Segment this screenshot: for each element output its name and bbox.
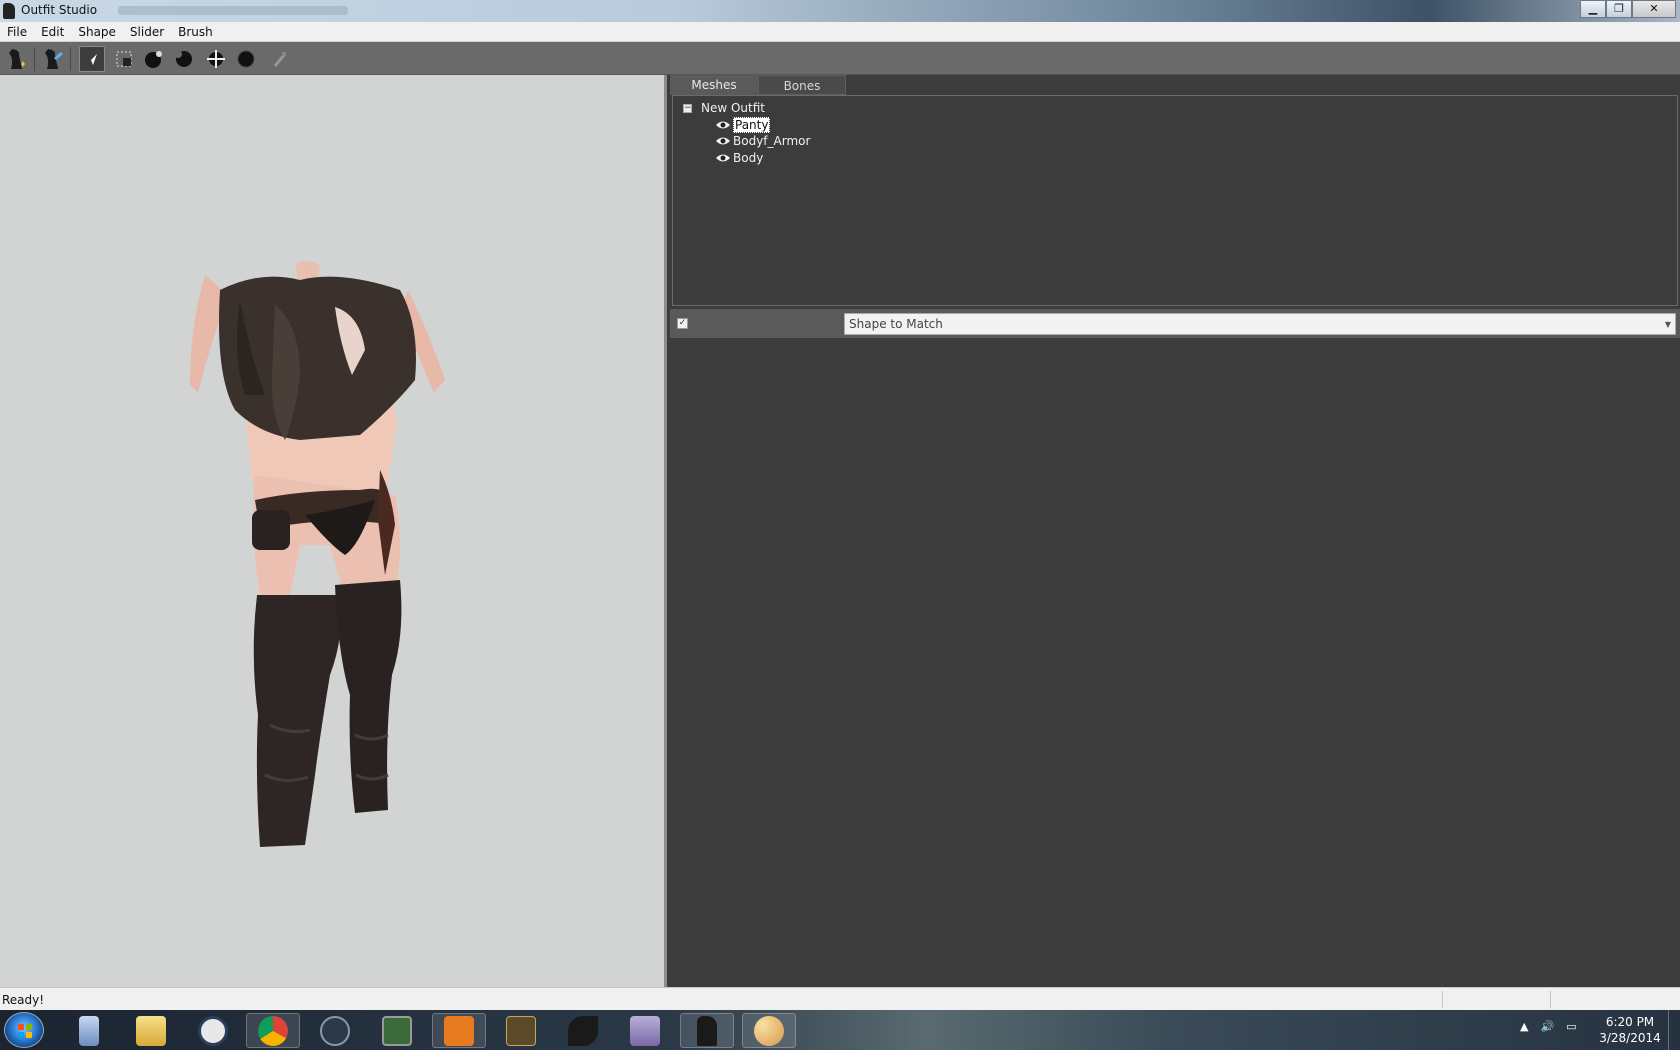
dvd-icon	[630, 1015, 660, 1046]
title-bar: Outfit Studio ▁ ❐ ✕	[0, 0, 1680, 22]
menu-slider[interactable]: Slider	[123, 22, 171, 41]
move-brush-icon[interactable]	[203, 46, 229, 72]
reference-row: ✓ Shape to Match ▼	[670, 309, 1680, 338]
reference-checkbox[interactable]: ✓	[677, 318, 688, 329]
load-outfit-icon[interactable]	[40, 46, 66, 72]
taskbar-file-explorer[interactable]	[124, 1013, 178, 1048]
window-title: Outfit Studio	[21, 3, 98, 17]
chevron-down-icon: ▼	[1664, 320, 1671, 329]
outfit-model-render	[190, 261, 445, 847]
panel-tabs: Meshes Bones	[670, 75, 846, 95]
chrome-icon	[258, 1015, 288, 1046]
taskbar-orange-app[interactable]	[432, 1013, 486, 1048]
taskbar: ▲ 🔊 ▭ 6:20 PM 3/28/2014	[0, 1010, 1680, 1050]
app-icon	[3, 3, 15, 19]
mask-brush-icon[interactable]	[111, 46, 137, 72]
taskbar-app[interactable]	[186, 1013, 240, 1048]
calculator-icon	[79, 1015, 99, 1046]
eye-icon[interactable]	[715, 120, 731, 130]
status-text: Ready!	[2, 993, 45, 1007]
inflate-brush-icon[interactable]	[141, 46, 167, 72]
tab-meshes[interactable]: Meshes	[670, 75, 758, 95]
menu-bar: File Edit Shape Slider Brush	[0, 22, 1680, 42]
tray-expand-icon[interactable]: ▲	[1520, 1020, 1528, 1033]
taskbar-dvd-app[interactable]	[618, 1013, 672, 1048]
status-bar: Ready!	[0, 987, 1680, 1010]
smooth-brush-icon[interactable]	[233, 46, 259, 72]
minimize-button[interactable]: ▁	[1580, 0, 1606, 18]
deflate-brush-icon[interactable]	[171, 46, 197, 72]
clock[interactable]: 6:20 PM 3/28/2014	[1590, 1014, 1670, 1046]
dropdown-value: Shape to Match	[849, 317, 943, 331]
tree-root-label: New Outfit	[701, 101, 766, 115]
tree-item-label: Panty	[733, 117, 771, 133]
tree-item-label: Body	[733, 151, 764, 165]
game-logo-icon	[506, 1015, 536, 1046]
3d-viewport[interactable]	[0, 75, 667, 987]
tree-root[interactable]: − New Outfit	[683, 101, 765, 115]
toolbar	[0, 42, 1680, 75]
taskbar-steam[interactable]	[308, 1013, 362, 1048]
eye-icon[interactable]	[715, 136, 731, 146]
select-tool-icon[interactable]	[79, 46, 105, 72]
mesh-tree: − New Outfit Panty Bodyf_Armor Body	[672, 95, 1678, 306]
system-tray: ▲ 🔊 ▭	[1520, 1020, 1577, 1033]
window-subtitle-blurred	[118, 6, 348, 15]
network-icon[interactable]: ▭	[1566, 1020, 1576, 1033]
taskbar-calculator[interactable]	[62, 1013, 116, 1048]
volume-icon[interactable]: 🔊	[1540, 1020, 1554, 1033]
new-project-icon[interactable]	[4, 46, 30, 72]
tree-item-panty[interactable]: Panty	[715, 117, 771, 133]
close-button[interactable]: ✕	[1632, 0, 1676, 18]
taskbar-chrome[interactable]	[246, 1013, 300, 1048]
menu-brush[interactable]: Brush	[171, 22, 220, 41]
clock-date: 3/28/2014	[1599, 1031, 1661, 1045]
taskbar-bird-app[interactable]	[556, 1013, 610, 1048]
clock-time: 6:20 PM	[1605, 1015, 1655, 1029]
status-divider	[1442, 991, 1443, 1008]
tree-item-body[interactable]: Body	[715, 151, 763, 165]
steam-icon	[320, 1015, 350, 1046]
sliders-area	[670, 338, 1680, 987]
tab-bones[interactable]: Bones	[758, 75, 846, 95]
windows-logo-icon	[18, 1024, 32, 1038]
menu-shape[interactable]: Shape	[71, 22, 123, 41]
taskbar-monitor[interactable]	[370, 1013, 424, 1048]
paint-palette-icon	[754, 1015, 784, 1046]
shape-to-match-dropdown[interactable]: Shape to Match ▼	[844, 313, 1676, 335]
collapse-icon[interactable]: −	[683, 103, 692, 113]
show-desktop-button[interactable]	[1668, 1010, 1680, 1050]
taskbar-outfit-studio[interactable]	[680, 1013, 734, 1048]
right-panel: Meshes Bones − New Outfit Panty Bodyf_Ar…	[670, 75, 1680, 987]
orange-app-icon	[444, 1015, 474, 1046]
tree-item-bodyf-armor[interactable]: Bodyf_Armor	[715, 134, 810, 148]
monitor-icon	[382, 1015, 412, 1046]
taskbar-paint[interactable]	[742, 1013, 796, 1048]
outfit-studio-icon	[697, 1015, 717, 1046]
tree-item-label: Bodyf_Armor	[733, 134, 811, 148]
taskbar-game[interactable]	[494, 1013, 548, 1048]
weight-brush-icon[interactable]	[267, 46, 293, 72]
app-s-icon	[198, 1015, 228, 1046]
eye-icon[interactable]	[715, 153, 731, 163]
bird-icon	[568, 1015, 598, 1046]
menu-file[interactable]: File	[0, 22, 34, 41]
maximize-button[interactable]: ❐	[1606, 0, 1632, 18]
menu-edit[interactable]: Edit	[34, 22, 71, 41]
start-button[interactable]	[4, 1012, 44, 1048]
folder-icon	[136, 1015, 166, 1046]
status-divider	[1550, 991, 1551, 1008]
